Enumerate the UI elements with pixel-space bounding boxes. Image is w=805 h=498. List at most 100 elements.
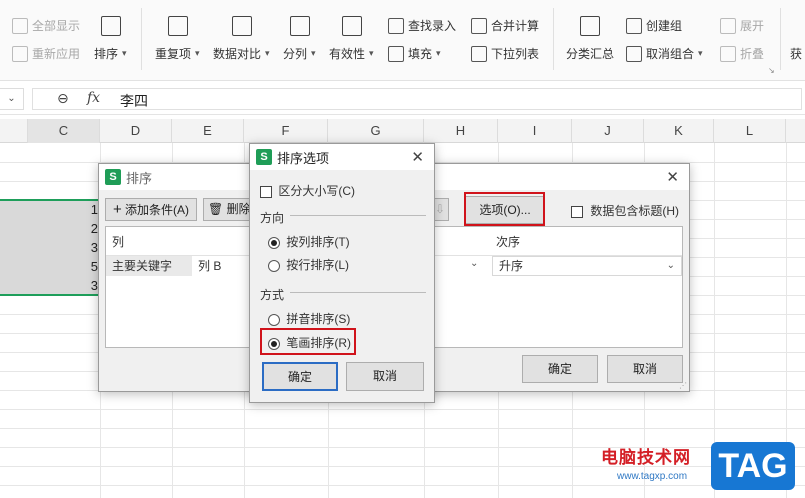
cell-c[interactable]: 2: [0, 219, 100, 238]
column-header-bar: C D E F G H I J K L: [0, 119, 805, 143]
app-s-icon: S: [256, 149, 272, 165]
sort-options-dialog: S 排序选项 ✕ 区分大小写(C) 方向 按列排序(T) 按行排序(L) 方式 …: [249, 143, 435, 403]
ribbon-separator: [141, 8, 142, 70]
zoom-icon[interactable]: ⊖: [57, 90, 69, 107]
by-column-radio[interactable]: 按列排序(T): [268, 233, 350, 250]
options-cancel-button[interactable]: 取消: [346, 362, 424, 391]
watermark-logo: TAG: [711, 442, 795, 490]
compare-button[interactable]: 数据对比 ▾: [213, 45, 270, 62]
column-header-d[interactable]: D: [100, 119, 172, 143]
collapse-icon: [720, 45, 736, 62]
function-icon[interactable]: fx: [87, 90, 100, 106]
create-group-button[interactable]: 创建组: [626, 17, 682, 34]
compare-icon: [232, 16, 252, 36]
subtotal-button[interactable]: 分类汇总: [566, 45, 614, 62]
ribbon-toolbar: 全部显示 重新应用 排序 ▾ 重复项 ▾ 数据对比 ▾ 分列 ▾ 有效性 ▾ 查找录入 填…: [0, 0, 805, 81]
cell-c[interactable]: 3: [0, 238, 100, 257]
pinyin-radio[interactable]: 拼音排序(S): [268, 310, 350, 327]
fill-icon: [388, 45, 404, 62]
validity-icon: [342, 16, 362, 36]
cell-c[interactable]: 5: [0, 257, 100, 276]
app-s-icon: S: [105, 169, 121, 185]
ribbon-separator: [553, 8, 554, 70]
column-header-g[interactable]: G: [328, 119, 424, 143]
close-icon[interactable]: ✕: [411, 148, 424, 166]
checkbox-icon: [260, 185, 272, 198]
column-header-e[interactable]: E: [172, 119, 244, 143]
dropdown-list-icon: [471, 45, 487, 62]
header-checkbox[interactable]: 数据包含标题(H): [571, 202, 679, 219]
radio-icon: [268, 259, 280, 272]
column-header-blank: [0, 119, 28, 143]
expand-button[interactable]: 展开: [720, 17, 764, 34]
watermark-site-name: 电脑技术网: [601, 448, 691, 467]
trash-icon: 🗑: [208, 202, 224, 216]
find-entry-icon: [388, 17, 404, 34]
column-select[interactable]: 列 B: [194, 256, 254, 276]
dropdown-list-button[interactable]: 下拉列表: [471, 45, 539, 62]
close-icon[interactable]: ✕: [666, 168, 679, 186]
reapply-button[interactable]: 重新应用: [12, 45, 80, 62]
validity-button[interactable]: 有效性 ▾: [329, 45, 374, 62]
add-condition-button[interactable]: + 添加条件(A): [105, 198, 197, 221]
group-divider: [290, 215, 426, 216]
column-c-values: 1 2 3 5 3: [0, 200, 100, 295]
find-entry-button[interactable]: 查找录入: [388, 17, 456, 34]
chevron-down-icon[interactable]: ⌄: [470, 258, 478, 269]
cell-c[interactable]: 3: [0, 276, 100, 295]
dialog-launcher-icon[interactable]: ↘: [768, 66, 775, 75]
expand-icon: [720, 17, 736, 34]
column-header-f[interactable]: F: [244, 119, 328, 143]
method-group-label: 方式: [260, 288, 285, 302]
sort-ok-button[interactable]: 确定: [522, 355, 598, 383]
main-key-label: 主要关键字: [106, 256, 192, 276]
formula-bar: ⌄ ⊖ fx 李四: [0, 86, 805, 115]
group-icon: [626, 17, 642, 34]
options-dialog-title: 排序选项: [277, 150, 330, 166]
duplicates-icon: [168, 16, 188, 36]
column-header-k[interactable]: K: [644, 119, 714, 143]
duplicates-button[interactable]: 重复项 ▾: [155, 45, 200, 62]
split-button[interactable]: 分列 ▾: [283, 45, 316, 62]
refilter-icon: [12, 45, 28, 62]
ribbon-separator: [780, 8, 781, 70]
case-sensitive-checkbox[interactable]: 区分大小写(C): [260, 182, 355, 199]
resize-grip-icon[interactable]: ⋰: [679, 381, 687, 390]
sort-icon: [101, 16, 121, 36]
collapse-button[interactable]: 折叠: [720, 45, 764, 62]
order-header-label: 次序: [496, 235, 521, 249]
cell-c[interactable]: 1: [0, 200, 100, 219]
options-dialog-titlebar: S 排序选项 ✕: [250, 144, 434, 170]
group-divider: [290, 292, 426, 293]
sort-dialog-title: 排序: [126, 170, 153, 186]
by-row-radio[interactable]: 按行排序(L): [268, 256, 349, 273]
highlight-box: [260, 328, 356, 355]
ungroup-button[interactable]: 取消组合 ▾: [626, 45, 703, 62]
checkbox-icon: [571, 205, 583, 218]
ungroup-icon: [626, 45, 642, 62]
name-box-dropdown[interactable]: ⌄: [0, 88, 24, 110]
filter-icon: [12, 17, 28, 34]
show-all-button[interactable]: 全部显示: [12, 17, 80, 34]
column-header-i[interactable]: I: [498, 119, 572, 143]
direction-group-label: 方向: [260, 211, 285, 225]
chevron-down-icon: ⌄: [666, 260, 675, 271]
column-header-j[interactable]: J: [572, 119, 644, 143]
column-header-c[interactable]: C: [28, 119, 100, 143]
subtotal-icon: [580, 16, 600, 36]
highlight-box: [464, 192, 545, 226]
column-header-label: 列: [112, 235, 125, 249]
formula-input[interactable]: 李四: [120, 91, 148, 111]
column-header-l[interactable]: L: [714, 119, 786, 143]
column-header-h[interactable]: H: [424, 119, 498, 143]
radio-selected-icon: [268, 236, 280, 249]
sort-button[interactable]: 排序 ▾: [94, 45, 127, 62]
consolidate-icon: [471, 17, 487, 34]
radio-icon: [268, 313, 280, 326]
consolidate-button[interactable]: 合并计算: [471, 17, 539, 34]
sort-cancel-button[interactable]: 取消: [607, 355, 683, 383]
fill-button[interactable]: 填充 ▾: [388, 45, 441, 62]
get-data-button[interactable]: 获: [790, 45, 802, 62]
options-ok-button[interactable]: 确定: [262, 362, 338, 391]
order-select[interactable]: 升序 ⌄: [492, 256, 682, 276]
